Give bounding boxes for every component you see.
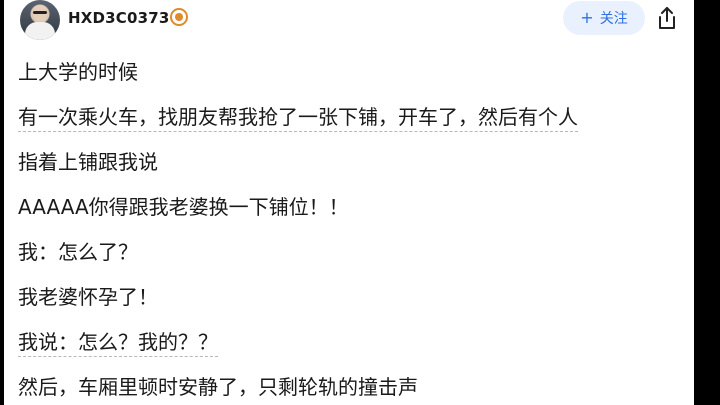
username[interactable]: HXD3C0373 [68, 9, 170, 27]
post-line: 我老婆怀孕了！ [18, 285, 158, 309]
post-line: 然后，车厢里顿时安静了，只剩轮轨的撞击声 [18, 375, 418, 399]
follow-label: 关注 [599, 11, 628, 27]
post-line: AAAAA你得跟我老婆换一下铺位！！ [18, 195, 349, 219]
plus-icon: + [580, 8, 594, 27]
screen-frame: HXD3C0373 + 关注 上大学的时候 有一次乘火车，找朋友帮我抢了一张下铺… [0, 0, 720, 405]
post-header: HXD3C0373 + 关注 [4, 0, 694, 44]
post-line: 上大学的时候 [18, 60, 138, 84]
post-line: 指着上铺跟我说 [18, 150, 158, 174]
share-icon[interactable] [655, 5, 679, 31]
post-line: 有一次乘火车，找朋友帮我抢了一张下铺，开车了，然后有个人 [18, 97, 688, 142]
post-line: 我：怎么了？ [18, 240, 138, 264]
follow-button[interactable]: + 关注 [563, 1, 645, 35]
avatar-glasses [33, 11, 47, 14]
avatar-shirt [25, 22, 55, 40]
post-content: 上大学的时候 有一次乘火车，找朋友帮我抢了一张下铺，开车了，然后有个人 指着上铺… [18, 52, 688, 405]
post-panel: HXD3C0373 + 关注 上大学的时候 有一次乘火车，找朋友帮我抢了一张下铺… [4, 0, 694, 405]
avatar[interactable] [20, 0, 60, 40]
level-badge-icon [170, 8, 188, 26]
post-line: 我说：怎么？我的？？ [18, 322, 688, 367]
